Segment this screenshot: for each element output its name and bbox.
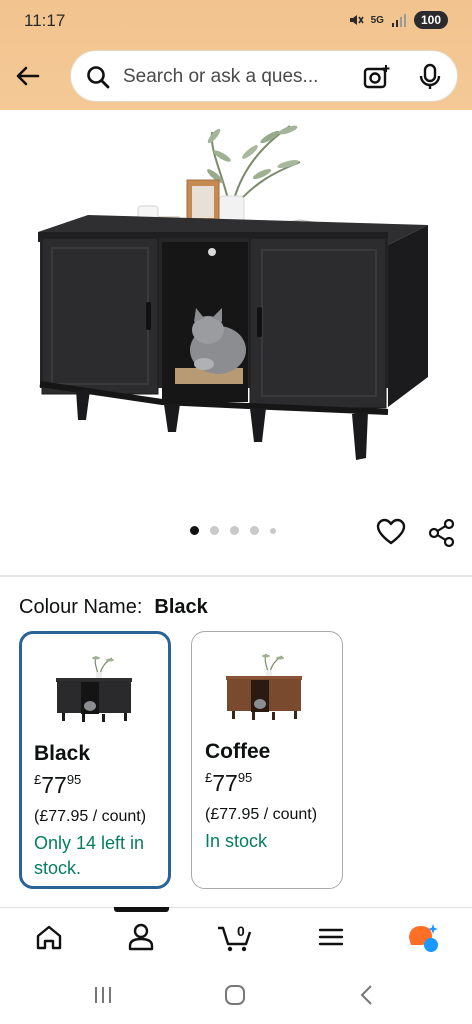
visual-search-camera-icon[interactable]: [363, 64, 391, 90]
carousel-dot[interactable]: [190, 526, 199, 535]
search-bar[interactable]: Search or ask a ques...: [70, 50, 458, 102]
variant-label: Colour Name: Black: [19, 596, 208, 619]
status-icons: 5G 100: [348, 11, 448, 29]
system-navigation-bar: [0, 970, 472, 1024]
search-row: Search or ask a ques...: [0, 46, 472, 106]
menu-icon[interactable]: [314, 920, 348, 954]
microphone-icon[interactable]: [419, 63, 441, 91]
section-divider: [0, 575, 472, 577]
product-image[interactable]: [0, 112, 472, 492]
bottom-nav: 0: [0, 914, 472, 964]
variant-option-black[interactable]: Black £7795 (£77.95 / count) Only 14 lef…: [19, 631, 171, 889]
rufus-icon[interactable]: [406, 920, 440, 954]
status-time: 11:17: [24, 11, 66, 30]
home-button-icon[interactable]: [224, 984, 246, 1006]
signal-icon: [391, 14, 406, 27]
carousel-dot[interactable]: [230, 526, 239, 535]
image-carousel-indicator[interactable]: [190, 526, 276, 535]
variant-thumbnail: [226, 653, 302, 720]
variant-name: Coffee: [205, 740, 271, 763]
cart-icon[interactable]: 0: [216, 920, 256, 954]
app-header: 11:17 5G 100 Search or ask a ques...: [0, 0, 472, 110]
active-tab-indicator: [114, 907, 169, 912]
variant-label-text: Colour Name:: [19, 596, 143, 618]
variant-option-coffee[interactable]: Coffee £7795 (£77.95 / count) In stock: [191, 631, 343, 889]
carousel-dot[interactable]: [210, 526, 219, 535]
variant-availability: Only 14 left in stock.: [34, 833, 145, 878]
variant-name: Black: [34, 742, 91, 765]
battery-indicator: 100: [413, 11, 448, 29]
back-arrow-icon[interactable]: [14, 62, 42, 90]
network-label: 5G: [370, 14, 384, 26]
variant-unit-price: (£77.95 / count): [34, 808, 147, 825]
wishlist-heart-icon[interactable]: [376, 518, 406, 546]
variant-availability: In stock: [205, 831, 268, 851]
recent-apps-icon[interactable]: [92, 984, 114, 1006]
bottom-nav-divider: [0, 907, 472, 908]
search-icon: [87, 66, 110, 89]
cart-count: 0: [237, 923, 245, 939]
back-button-icon[interactable]: [356, 984, 378, 1006]
variant-unit-price: (£77.95 / count): [205, 806, 318, 823]
variant-price: £7795: [205, 770, 253, 796]
plant-decoration: [207, 125, 301, 229]
status-bar: 11:17 5G 100: [0, 0, 472, 44]
search-input[interactable]: Search or ask a ques...: [123, 66, 318, 88]
mute-icon: [349, 15, 364, 25]
carousel-dot[interactable]: [270, 527, 276, 534]
variant-price: £7795: [34, 772, 82, 798]
share-icon[interactable]: [428, 518, 456, 548]
home-icon[interactable]: [32, 920, 66, 954]
account-icon[interactable]: [124, 920, 158, 954]
variant-thumbnail: [56, 655, 132, 722]
carousel-dot[interactable]: [250, 526, 259, 535]
variant-selected-value: Black: [154, 596, 208, 618]
